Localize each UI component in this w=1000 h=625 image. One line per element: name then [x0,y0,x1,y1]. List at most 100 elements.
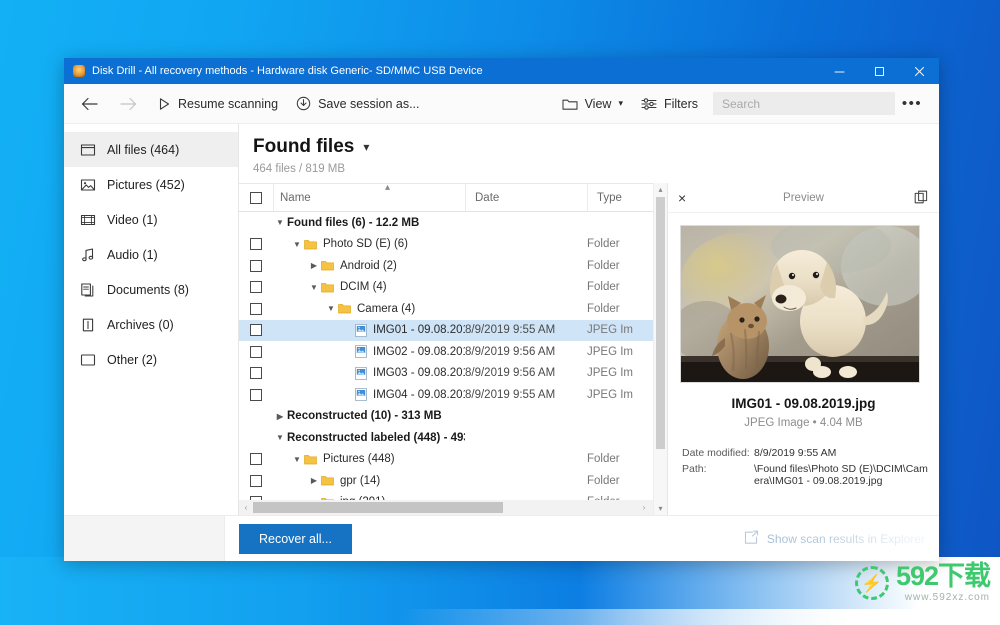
table-row[interactable]: IMG04 - 09.08.2019.jpg8/9/2019 9:55 AM JP… [239,384,653,406]
sidebar-item-label: Archives (0) [107,317,174,332]
filters-button[interactable]: Filters [632,89,707,119]
archives-icon [80,317,96,333]
row-checkbox[interactable] [239,281,273,294]
collapse-triangle-icon[interactable]: ▼ [324,304,338,313]
folder-icon [321,282,334,293]
title-bar[interactable]: Disk Drill - All recovery methods - Hard… [64,58,939,84]
watermark: ⚡ 592下载 www.592xz.com [854,563,991,603]
detach-preview-icon[interactable] [909,190,929,205]
row-date-cell: 8/9/2019 9:56 AM [465,367,556,380]
folder-icon [321,260,334,271]
row-checkbox[interactable] [239,302,273,315]
select-all-checkbox[interactable] [239,191,273,204]
file-rows[interactable]: ▼ Found files (6) - 12.2 MB ▼ Photo SD (E) … [239,212,653,500]
row-checkbox[interactable] [239,345,273,358]
table-row[interactable]: IMG03 - 09.08.2019.jpg8/9/2019 9:56 AM JP… [239,363,653,385]
sidebar-item-documents[interactable]: Documents (8) [64,272,238,307]
search-placeholder: Search [722,96,761,111]
expand-triangle-icon[interactable]: ▶ [307,476,321,485]
scroll-right-icon[interactable]: › [637,503,651,512]
row-label: Found files (6) - 12.2 MB [287,216,420,229]
row-checkbox[interactable] [239,259,273,272]
view-button[interactable]: View ▾ [553,89,632,119]
horizontal-scroll-thumb[interactable] [253,502,503,513]
scroll-left-icon[interactable]: ‹ [239,503,253,512]
sidebar-item-pictures[interactable]: Pictures (452) [64,167,238,202]
page-title[interactable]: Found files ▾ [253,136,939,158]
table-row[interactable]: ▶ Android (2) Folder [239,255,653,277]
scroll-down-icon[interactable]: ▾ [658,504,662,513]
row-checkbox[interactable] [239,324,273,337]
row-checkbox[interactable] [239,238,273,251]
chevron-down-icon[interactable]: ▾ [363,140,369,154]
vertical-scroll-thumb[interactable] [656,197,665,449]
expand-triangle-icon[interactable]: ▶ [273,412,287,421]
save-session-button[interactable]: Save session as... [287,89,428,119]
collapse-triangle-icon[interactable]: ▼ [273,433,287,442]
preview-image-wrap [668,213,939,383]
row-checkbox[interactable] [239,388,273,401]
table-row[interactable]: ▼ Camera (4) Folder [239,298,653,320]
search-input[interactable]: Search [713,92,895,115]
row-name-cell: ▼ Photo SD (E) (6) [273,238,465,250]
sidebar-item-audio[interactable]: Audio (1) [64,237,238,272]
preview-details: Date modified: 8/9/2019 9:55 AM Path: \F… [682,447,939,491]
arrow-left-icon [81,97,98,110]
column-header-date[interactable]: Date [465,184,587,211]
table-row[interactable]: ▼ DCIM (4) Folder [239,277,653,299]
forward-button[interactable] [109,89,148,119]
sidebar-item-archives[interactable]: Archives (0) [64,307,238,342]
row-checkbox[interactable] [239,453,273,466]
main-panel: Found files ▾ 464 files / 819 MB Name Da… [239,124,939,515]
sidebar-item-all-files[interactable]: All files (464) [64,132,238,167]
row-date-cell: 8/9/2019 9:55 AM [465,388,556,401]
table-row[interactable]: ▶ gpr (14) Folder [239,470,653,492]
documents-icon [80,282,96,298]
maximize-button[interactable] [859,58,899,84]
back-button[interactable] [70,89,109,119]
expand-triangle-icon[interactable]: ▶ [307,261,321,270]
collapse-triangle-icon[interactable]: ▼ [290,240,304,249]
row-name-cell: ▶ Android (2) [273,260,465,272]
close-icon[interactable]: × [678,190,698,206]
table-row[interactable]: ▼ Photo SD (E) (6) Folder [239,234,653,256]
row-label: Pictures (448) [323,453,395,466]
close-button[interactable] [899,58,939,84]
recover-all-button[interactable]: Recover all... [239,523,352,554]
table-row[interactable]: ▼Reconstructed labeled (448) - 493 MB [239,427,653,449]
column-header-type[interactable]: Type [587,184,653,211]
table-row[interactable]: IMG02 - 09.08.2019.jpg8/9/2019 9:56 AM JP… [239,341,653,363]
column-header-name[interactable]: Name [273,184,465,211]
preview-filename: IMG01 - 09.08.2019.jpg [731,396,876,411]
show-scan-results-link[interactable]: Show scan results in Explorer [744,530,925,548]
row-checkbox[interactable] [239,474,273,487]
preview-title: Preview [783,191,824,204]
table-row[interactable]: ▼ Pictures (448) Folder [239,449,653,471]
resume-scanning-button[interactable]: Resume scanning [148,89,287,119]
table-row[interactable]: IMG01 - 09.08.2019.jpg8/9/2019 9:55 AM JP… [239,319,653,341]
row-checkbox[interactable] [239,367,273,380]
folder-icon [562,99,578,110]
vertical-scrollbar[interactable]: ▴ ▾ [653,183,667,515]
collapse-triangle-icon[interactable]: ▼ [273,218,287,227]
chevron-down-icon: ▾ [618,98,623,108]
minimize-button[interactable] [819,58,859,84]
image-file-icon [355,345,367,359]
other-icon [80,352,96,368]
collapse-triangle-icon[interactable]: ▼ [307,283,321,292]
row-name-cell: IMG04 - 09.08.2019.jpg [273,388,465,402]
row-type-cell: JPEG Im [587,367,634,380]
collapse-triangle-icon[interactable]: ▼ [290,455,304,464]
overflow-menu-button[interactable]: ••• [895,89,929,119]
sidebar-item-video[interactable]: Video (1) [64,202,238,237]
row-type-cell: JPEG Im [587,388,634,401]
window-title: Disk Drill - All recovery methods - Hard… [92,65,483,77]
folder-icon [304,239,317,250]
sidebar-item-other[interactable]: Other (2) [64,342,238,377]
table-row[interactable]: ▶jpg (291)Folder [239,492,653,500]
table-row[interactable]: ▼ Found files (6) - 12.2 MB [239,212,653,234]
table-row[interactable]: ▶ Reconstructed (10) - 313 MB [239,406,653,428]
horizontal-scrollbar[interactable]: ‹ › [239,500,653,515]
play-icon [159,97,170,110]
scroll-up-icon[interactable]: ▴ [658,185,662,194]
